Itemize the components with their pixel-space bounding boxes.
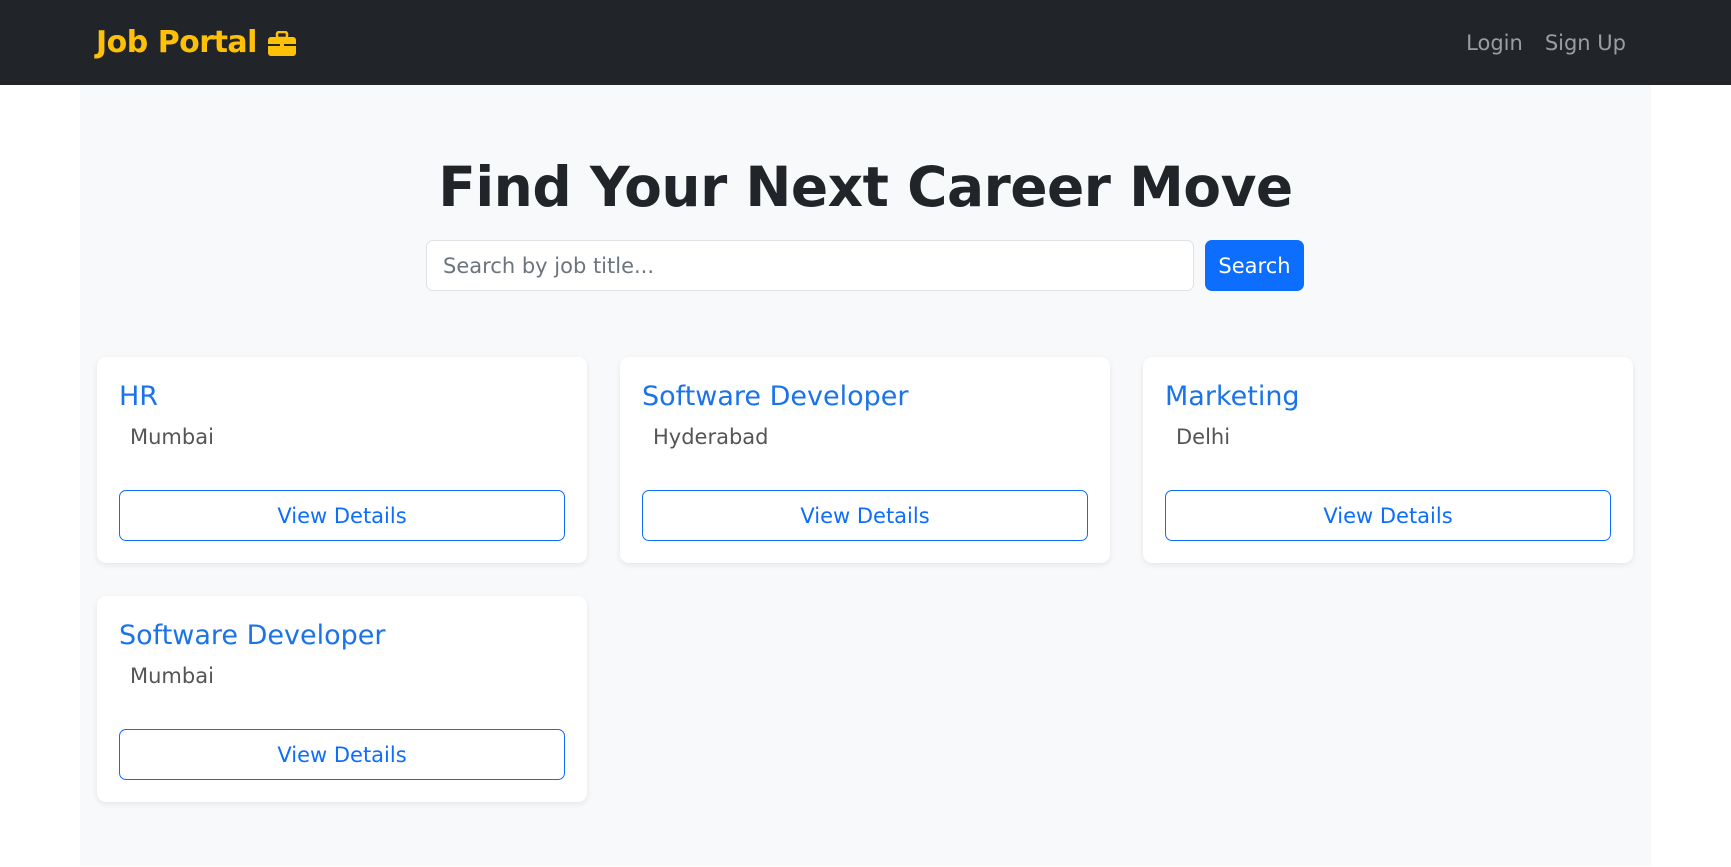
view-details-button[interactable]: View Details (119, 729, 565, 780)
signup-link[interactable]: Sign Up (1545, 31, 1626, 55)
job-card: Software Developer Mumbai View Details (97, 596, 587, 802)
navbar: Job Portal Login Sign Up (0, 0, 1731, 85)
briefcase-icon (267, 30, 297, 56)
search-input[interactable] (426, 240, 1194, 291)
view-details-button[interactable]: View Details (642, 490, 1088, 541)
job-title: Marketing (1165, 381, 1300, 412)
page-title: Find Your Next Career Move (438, 155, 1293, 219)
view-details-button[interactable]: View Details (119, 490, 565, 541)
job-location: Mumbai (130, 425, 214, 449)
nav-links: Login Sign Up (1466, 31, 1626, 55)
job-location: Mumbai (130, 664, 214, 688)
login-link[interactable]: Login (1466, 31, 1523, 55)
job-card: Marketing Delhi View Details (1143, 357, 1633, 563)
search-bar: Search (426, 240, 1304, 291)
job-title: Software Developer (642, 381, 909, 412)
job-location: Hyderabad (653, 425, 769, 449)
job-title: HR (119, 381, 159, 412)
search-button[interactable]: Search (1205, 240, 1304, 291)
brand-link[interactable]: Job Portal (96, 25, 297, 60)
job-title: Software Developer (119, 620, 386, 651)
view-details-button[interactable]: View Details (1165, 490, 1611, 541)
job-card: Software Developer Hyderabad View Detail… (620, 357, 1110, 563)
job-location: Delhi (1176, 425, 1231, 449)
job-card: HR Mumbai View Details (97, 357, 587, 563)
main-container: Find Your Next Career Move Search HR Mum… (80, 85, 1651, 866)
brand-text: Job Portal (96, 25, 257, 60)
